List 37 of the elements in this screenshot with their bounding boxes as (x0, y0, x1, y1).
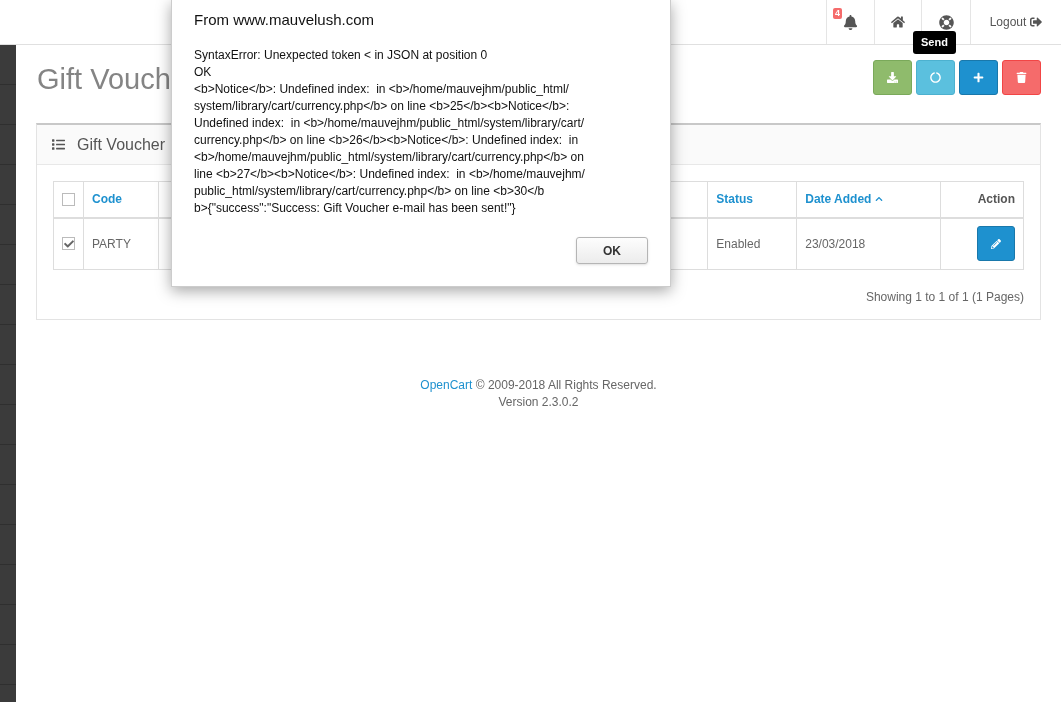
bell-icon (843, 14, 858, 30)
page-title: Gift Vouch (36, 62, 171, 97)
send-button[interactable] (916, 60, 955, 95)
version-text: Version 2.3.0.2 (498, 394, 579, 411)
notification-count: 4 (833, 8, 842, 19)
panel-title: Gift Voucher (77, 134, 166, 155)
pagination-text: Showing 1 to 1 of 1 (1 Pages) (865, 289, 1024, 306)
column-header: Action (976, 191, 1015, 209)
download-icon (887, 72, 898, 83)
checkbox[interactable] (62, 192, 75, 206)
table-cell: PARTY (92, 236, 131, 251)
copyright-text: OpenCart © 2009-2018 All Rights Reserved. (420, 377, 657, 394)
logout-button[interactable]: Logout (970, 0, 1061, 44)
pencil-icon (991, 238, 1001, 249)
download-button[interactable] (873, 60, 912, 95)
plus-icon (973, 72, 984, 83)
ok-button[interactable]: OK (576, 237, 648, 264)
dialog-title: From www.mauvelush.com (194, 10, 376, 30)
dialog-message: SyntaxError: Unexpected token < in JSON at position 0 OK <b>Notice</b>: Undefined index: in <b>/home/mauvejhm/public_html/ system/library/cart/currency.php</b> on line <b>25</b><b>Notice</b>: Undefined index: in <b>/home/mauvejhm/public_html/system/library/cart/ currency.php</b> on line <b>26</b><b>Notice</b>: Undefined index: in <b>/home/mauvejhm/public_html/system/library/cart/currency.php</b> on line <b>27</b><b>Notice</b>: Undefined index: in <b>/home/mauvejhm/ public_html/system/library/cart/currency.php</b> on line <b>30</b b>{"success":"Success: Gift Voucher e-mail has been sent!"} (194, 47, 586, 217)
edit-button[interactable] (977, 226, 1015, 262)
spinner-icon (930, 72, 941, 83)
add-button[interactable] (959, 60, 998, 95)
column-header-link[interactable]: Status (716, 190, 753, 209)
delete-button[interactable] (1002, 60, 1041, 95)
logout-icon (1030, 16, 1043, 28)
checkbox[interactable] (62, 237, 75, 251)
home-icon (891, 15, 905, 29)
trash-icon (1016, 72, 1027, 83)
table-cell: 23/03/2018 (805, 236, 866, 251)
column-header-link[interactable]: Date Added (805, 190, 884, 209)
table-cell: Enabled (716, 236, 761, 251)
column-header-link[interactable]: Code (92, 190, 122, 209)
opencart-link[interactable]: OpenCart (420, 378, 473, 392)
tooltip: Send (913, 31, 956, 54)
notification-button[interactable]: 4 (826, 0, 874, 44)
lifebuoy-icon (938, 14, 954, 30)
list-icon (52, 138, 65, 151)
